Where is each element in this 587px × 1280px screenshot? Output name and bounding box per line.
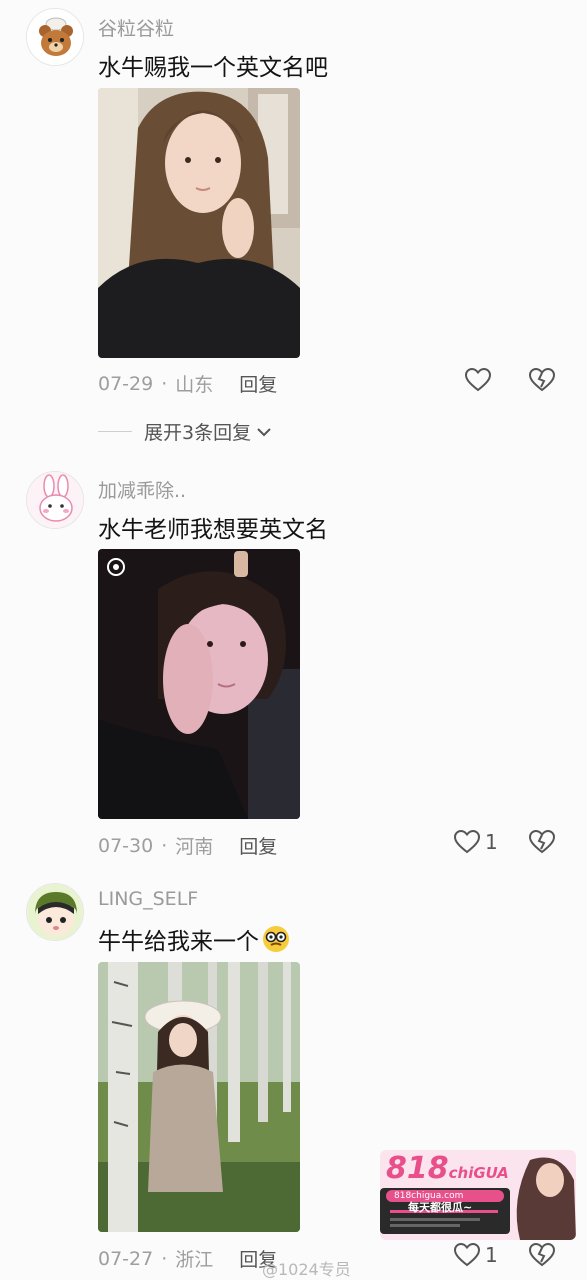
avatar[interactable] <box>26 883 84 941</box>
username[interactable]: 谷粒谷粒 <box>98 14 174 41</box>
dislike-button[interactable] <box>528 367 556 396</box>
meta-separator: · <box>161 372 168 395</box>
username[interactable]: LING_SELF <box>98 888 198 910</box>
reply-button[interactable]: 回复 <box>239 370 277 397</box>
ad-logo: 818chiGUA <box>386 1151 509 1186</box>
comment-location: 河南 <box>175 836 214 858</box>
expand-replies-label: 展开3条回复 <box>144 422 252 444</box>
comment-text: 牛牛给我来一个 <box>98 922 290 956</box>
meta-separator: · <box>161 1247 168 1270</box>
dislike-button[interactable] <box>528 829 556 858</box>
comment-meta: 07-30 · 河南 回复 <box>98 832 277 859</box>
avatar[interactable] <box>26 471 84 529</box>
heart-icon <box>454 1243 480 1267</box>
heart-icon <box>454 830 480 854</box>
comment-text: 水牛赐我一个英文名吧 <box>98 55 328 81</box>
like-button[interactable] <box>465 368 491 392</box>
comment-date: 07-29 <box>98 372 154 395</box>
watermark: @1024专员 <box>262 1260 351 1279</box>
comment-meta: 07-27 · 浙江 回复 <box>98 1245 277 1272</box>
divider <box>98 431 132 432</box>
broken-heart-icon <box>528 367 556 392</box>
expand-replies-button[interactable]: 展开3条回复 <box>98 418 273 445</box>
like-button[interactable]: 1 <box>454 1243 498 1267</box>
like-count: 1 <box>485 1243 498 1267</box>
reply-button[interactable]: 回复 <box>239 832 277 859</box>
sunglasses-emoji-icon <box>263 926 289 952</box>
dislike-button[interactable] <box>528 1242 556 1271</box>
comment-photo[interactable] <box>98 962 300 1232</box>
comment-meta: 07-29 · 山东 回复 <box>98 370 277 397</box>
avatar[interactable] <box>26 8 84 66</box>
comment-date: 07-27 <box>98 1247 154 1270</box>
ad-banner[interactable]: 818chiGUA 818chigua.com 每天都很瓜~ <box>380 1150 576 1240</box>
comment-photo[interactable] <box>98 549 300 819</box>
chevron-down-icon <box>257 427 271 436</box>
broken-heart-icon <box>528 1242 556 1267</box>
heart-icon <box>465 368 491 392</box>
comment-text: 水牛老师我想要英文名 <box>98 517 328 543</box>
meta-separator: · <box>161 834 168 857</box>
ad-slogan: 每天都很瓜~ <box>408 1201 473 1214</box>
broken-heart-icon <box>528 829 556 854</box>
comment-date: 07-30 <box>98 834 154 857</box>
comment-location: 浙江 <box>175 1249 214 1271</box>
like-button[interactable]: 1 <box>454 830 498 854</box>
comment-location: 山东 <box>175 374 214 396</box>
comment-photo[interactable] <box>98 88 300 358</box>
username[interactable]: 加减乖除.. <box>98 476 186 503</box>
like-count: 1 <box>485 830 498 854</box>
